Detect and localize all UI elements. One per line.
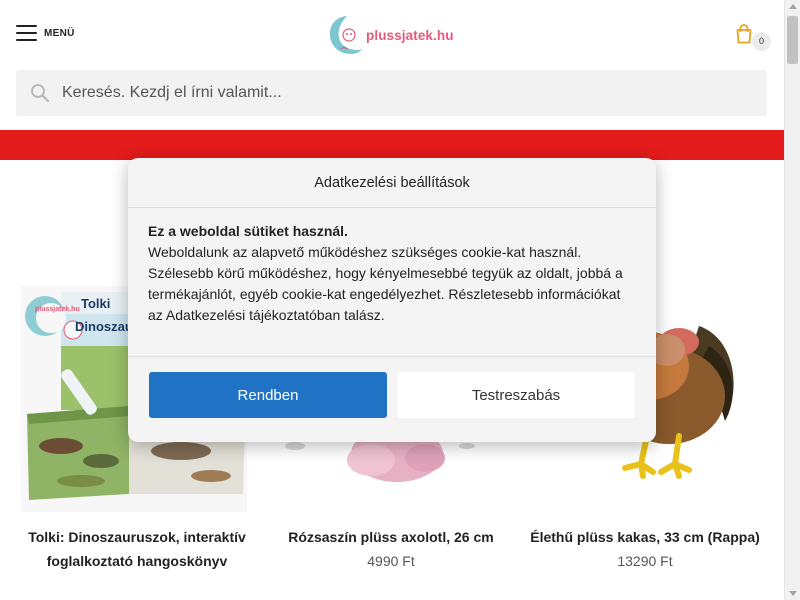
menu-label: MENÜ <box>44 27 75 39</box>
modal-body-text: Weboldalunk az alapvető működéshez szüks… <box>148 244 623 323</box>
logo-text: plussjatek.hu <box>366 27 454 43</box>
site-header: MENÜ plussjatek.hu 0 <box>0 0 784 68</box>
product-title[interactable]: Rózsaszín plüss axolotl, 26 cm <box>275 525 507 549</box>
scroll-down-arrow-icon[interactable] <box>789 591 797 596</box>
site-logo[interactable]: plussjatek.hu <box>327 13 454 57</box>
cookie-consent-modal: Adatkezelési beállítások Ez a weboldal s… <box>128 158 656 442</box>
modal-lead-text: Ez a weboldal sütiket használ. <box>148 223 348 239</box>
search-bar <box>16 70 767 116</box>
cart-button[interactable]: 0 <box>735 24 771 52</box>
product-title[interactable]: Tolki: Dinoszauruszok, interaktív foglal… <box>21 525 253 573</box>
modal-body: Ez a weboldal sütiket használ. Weboldalu… <box>128 208 656 356</box>
accept-cookies-button[interactable]: Rendben <box>149 372 387 418</box>
product-price: 4990 Ft <box>367 553 415 569</box>
scroll-up-arrow-icon[interactable] <box>789 4 797 9</box>
product-image-watermark-text: plussjatek.hu <box>35 306 80 313</box>
menu-button[interactable]: MENÜ <box>16 25 75 41</box>
modal-divider <box>128 356 656 357</box>
product-image-brand-text: Tolki <box>81 296 111 311</box>
page: MENÜ plussjatek.hu 0 Keresés. Kezdj el í… <box>0 0 784 600</box>
search-icon[interactable] <box>30 83 50 103</box>
search-input[interactable] <box>62 70 752 116</box>
moon-logo-icon <box>329 16 362 54</box>
product-price: 13290 Ft <box>617 553 673 569</box>
product-title[interactable]: Élethű plüss kakas, 33 cm (Rappa) <box>529 525 761 549</box>
promo-banner-bar <box>0 130 784 160</box>
modal-title: Adatkezelési beállítások <box>128 158 656 208</box>
vertical-scrollbar[interactable] <box>784 0 800 600</box>
cart-count-badge: 0 <box>752 32 771 51</box>
shopping-bag-icon <box>736 24 752 44</box>
modal-actions: Rendben Testreszabás <box>149 372 635 418</box>
scrollbar-thumb[interactable] <box>787 16 798 64</box>
hamburger-icon <box>16 25 37 41</box>
customize-cookies-button[interactable]: Testreszabás <box>397 372 635 418</box>
